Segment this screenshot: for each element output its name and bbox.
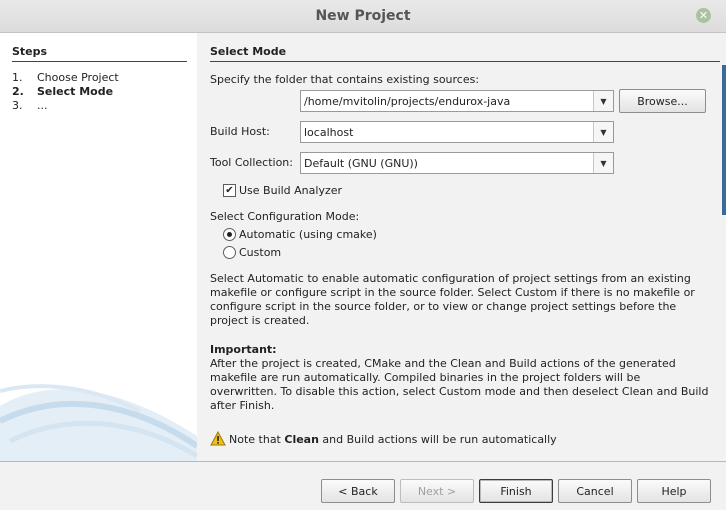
mode-description: Select Automatic to enable automatic con…	[210, 272, 695, 327]
window-title: New Project	[315, 8, 411, 24]
folder-value: /home/mvitolin/projects/endurox-java	[304, 95, 511, 108]
tool-collection-value: Default (GNU (GNU))	[304, 157, 418, 170]
tool-collection-combobox[interactable]: Default (GNU (GNU)) ▼	[300, 152, 614, 174]
section-title: Select Mode	[210, 45, 720, 62]
title-bar: New Project ✕	[0, 0, 726, 33]
folder-combobox[interactable]: /home/mvitolin/projects/endurox-java ▼	[300, 90, 614, 112]
step-number: 2.	[12, 85, 24, 98]
important-heading: Important:	[210, 343, 277, 356]
chevron-down-icon[interactable]: ▼	[593, 122, 613, 142]
step-label: ...	[37, 99, 48, 112]
chevron-down-icon[interactable]: ▼	[593, 91, 613, 111]
step-more: 3....	[12, 99, 48, 112]
back-button[interactable]: < Back	[321, 479, 395, 503]
step-select-mode: 2. Select Mode	[12, 85, 113, 98]
mode-automatic-radio[interactable]	[223, 228, 236, 241]
step-label: Choose Project	[37, 71, 119, 84]
step-label: Select Mode	[37, 85, 114, 98]
important-text: After the project is created, CMake and …	[210, 357, 709, 412]
warning-icon	[210, 431, 226, 446]
steps-heading: Steps	[12, 45, 187, 62]
use-build-analyzer-checkbox[interactable]: ✔	[223, 184, 236, 197]
folder-label: Specify the folder that contains existin…	[210, 73, 480, 86]
note-suffix: and Build actions will be run automatica…	[318, 433, 557, 446]
note-prefix: Note that	[229, 433, 285, 446]
step-choose-project: 1. Choose Project	[12, 71, 119, 84]
decorative-swoosh-graphic	[0, 384, 197, 461]
steps-panel: Steps 1. Choose Project 2. Select Mode 3..…	[0, 33, 197, 461]
step-number: 3.	[12, 99, 23, 112]
cancel-button[interactable]: Cancel	[558, 479, 632, 503]
mode-custom-radio[interactable]	[223, 246, 236, 259]
browse-button[interactable]: Browse...	[619, 89, 706, 113]
main-content: Select Mode Specify the folder that cont…	[197, 33, 720, 461]
finish-button[interactable]: Finish	[479, 479, 553, 503]
next-button[interactable]: Next >	[400, 479, 474, 503]
build-host-label: Build Host:	[210, 125, 270, 138]
footer-divider	[0, 461, 726, 462]
mode-custom-label[interactable]: Custom	[239, 246, 281, 259]
config-mode-label: Select Configuration Mode:	[210, 210, 360, 223]
scrollbar-thumb[interactable]	[722, 65, 726, 215]
note-bold: Clean	[284, 433, 319, 446]
help-button[interactable]: Help	[637, 479, 711, 503]
close-icon[interactable]: ✕	[696, 8, 711, 23]
mode-automatic-label[interactable]: Automatic (using cmake)	[239, 228, 377, 241]
step-number: 1.	[12, 71, 23, 84]
build-host-value: localhost	[304, 126, 354, 139]
note-text: Note that Clean and Build actions will b…	[229, 433, 557, 446]
build-host-combobox[interactable]: localhost ▼	[300, 121, 614, 143]
tool-collection-label: Tool Collection:	[210, 156, 293, 169]
chevron-down-icon[interactable]: ▼	[593, 153, 613, 173]
use-build-analyzer-label[interactable]: Use Build Analyzer	[239, 184, 342, 197]
